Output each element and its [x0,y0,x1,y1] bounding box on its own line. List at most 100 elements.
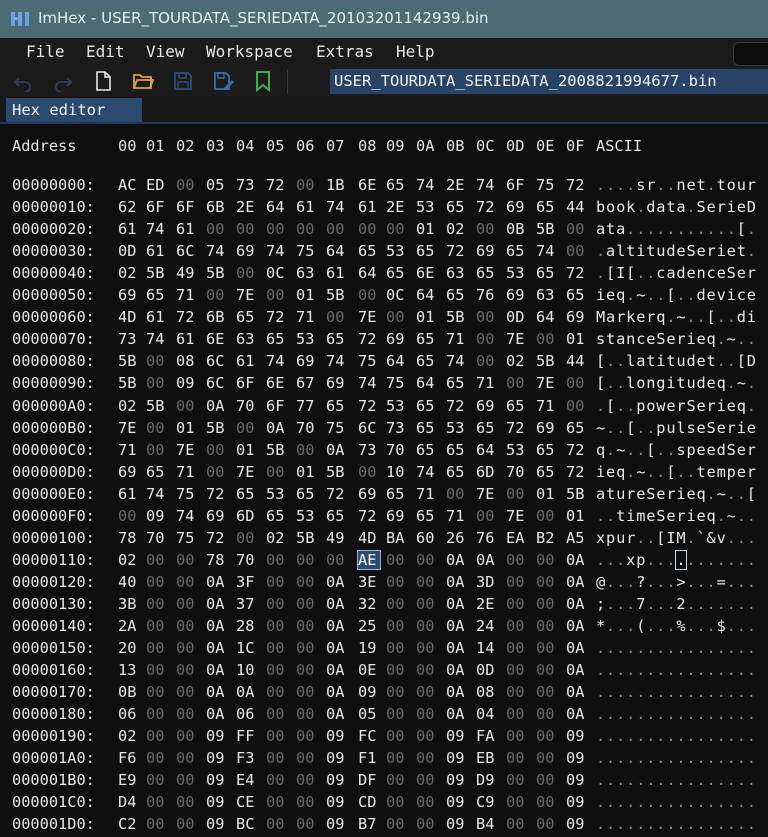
hex-byte[interactable]: 74 [146,330,168,348]
hex-byte[interactable]: 70 [146,529,168,547]
ascii-char[interactable]: e [646,330,656,348]
hex-byte[interactable]: 00 [358,286,380,304]
ascii-char[interactable]: . [727,595,737,613]
hex-byte[interactable]: 00 [176,551,198,569]
ascii-char[interactable]: . [666,573,676,591]
ascii-char[interactable]: . [686,286,696,304]
ascii-char[interactable]: % [676,617,686,635]
hex-byte[interactable]: 6E [206,330,228,348]
hex-byte[interactable]: 00 [326,308,348,326]
hex-byte[interactable]: E9 [118,771,140,789]
bookmark-icon[interactable] [252,70,274,92]
ascii-char[interactable]: . [616,374,626,392]
ascii-char[interactable]: s [636,176,646,194]
ascii-char[interactable]: ? [636,573,646,591]
hex-byte[interactable]: 00 [476,330,498,348]
ascii-char[interactable]: . [616,683,626,701]
hex-byte[interactable]: 5B [206,264,228,282]
ascii-char[interactable]: i [666,374,676,392]
hex-byte[interactable]: 73 [236,176,258,194]
ascii-char[interactable]: . [596,507,606,525]
ascii-char[interactable]: e [717,419,727,437]
hex-byte[interactable]: 67 [296,374,318,392]
hex-byte[interactable]: 78 [206,551,228,569]
ascii-char[interactable]: . [666,441,676,459]
ascii-char[interactable]: . [727,683,737,701]
ascii-char[interactable]: . [626,727,636,745]
hex-byte[interactable]: BA [386,529,408,547]
hex-byte[interactable]: 0A [206,617,228,635]
hex-byte[interactable]: 72 [506,419,528,437]
ascii-char[interactable]: ; [596,595,606,613]
hex-byte[interactable]: 53 [266,485,288,503]
ascii-char[interactable]: . [707,661,717,679]
ascii-char[interactable]: e [707,463,717,481]
hex-byte[interactable]: 70 [236,397,258,415]
hex-byte[interactable]: 00 [536,507,558,525]
file-tab[interactable]: USER_TOURDATA_SERIEDATA_2008821994677.bi… [330,69,768,94]
ascii-char[interactable]: . [676,683,686,701]
ascii-char[interactable]: e [737,463,747,481]
hex-byte[interactable]: 69 [386,507,408,525]
hex-byte[interactable]: 7E [506,507,528,525]
hex-byte[interactable]: 2E [236,198,258,216]
hex-byte[interactable]: 5B [566,485,588,503]
hex-byte[interactable]: 74 [146,485,168,503]
hex-byte[interactable]: 65 [536,198,558,216]
hex-byte[interactable]: 2E [386,198,408,216]
hex-byte[interactable]: F3 [236,749,258,767]
ascii-char[interactable]: . [646,463,656,481]
ascii-char[interactable]: . [656,286,666,304]
ascii-char[interactable]: . [606,419,616,437]
hex-byte[interactable]: 00 [446,485,468,503]
hex-byte[interactable]: 0A [566,595,588,613]
hex-byte[interactable]: 00 [146,595,168,613]
ascii-char[interactable]: . [646,683,656,701]
ascii-char[interactable]: [ [626,264,636,282]
ascii-char[interactable]: i [737,419,747,437]
ascii-char[interactable]: . [707,176,717,194]
ascii-char[interactable]: . [707,573,717,591]
hex-byte[interactable]: 5B [118,352,140,370]
hex-byte[interactable]: 00 [536,639,558,657]
hex-byte[interactable]: 0D [506,308,528,326]
ascii-char[interactable]: . [666,705,676,723]
ascii-char[interactable]: . [737,793,747,811]
hex-byte[interactable]: 00 [296,595,318,613]
ascii-char[interactable]: e [697,419,707,437]
ascii-char[interactable]: . [717,220,727,238]
ascii-char[interactable]: 7 [636,595,646,613]
hex-byte[interactable]: 09 [206,793,228,811]
ascii-char[interactable]: . [626,617,636,635]
hex-byte[interactable]: 00 [506,595,528,613]
hex-byte[interactable]: 00 [386,815,408,833]
hex-byte[interactable]: 6E [416,264,438,282]
hex-byte[interactable]: 6F [506,176,528,194]
hex-byte[interactable]: 65 [416,507,438,525]
ascii-char[interactable]: e [737,441,747,459]
ascii-char[interactable]: . [697,308,707,326]
ascii-char[interactable]: . [626,397,636,415]
ascii-char[interactable]: . [626,573,636,591]
ascii-char[interactable]: . [686,639,696,657]
hex-byte[interactable]: 6B [206,198,228,216]
ascii-char[interactable]: . [666,727,676,745]
ascii-char[interactable]: ~ [636,286,646,304]
hex-byte[interactable]: 06 [236,705,258,723]
ascii-char[interactable]: . [737,551,747,569]
ascii-char[interactable]: . [606,727,616,745]
ascii-char[interactable]: . [596,705,606,723]
hex-byte[interactable]: 00 [266,793,288,811]
ascii-char[interactable]: . [686,683,696,701]
hex-byte[interactable]: 69 [236,242,258,260]
hex-byte[interactable]: 65 [386,485,408,503]
hex-byte[interactable]: 00 [176,617,198,635]
hex-byte[interactable]: 44 [566,352,588,370]
hex-byte[interactable]: 02 [506,352,528,370]
hex-byte[interactable]: 74 [326,198,348,216]
hex-byte[interactable]: 00 [506,749,528,767]
hex-byte[interactable]: 09 [446,749,468,767]
ascii-char[interactable]: . [606,507,616,525]
ascii-char[interactable]: . [747,529,757,547]
ascii-char[interactable]: u [616,485,626,503]
